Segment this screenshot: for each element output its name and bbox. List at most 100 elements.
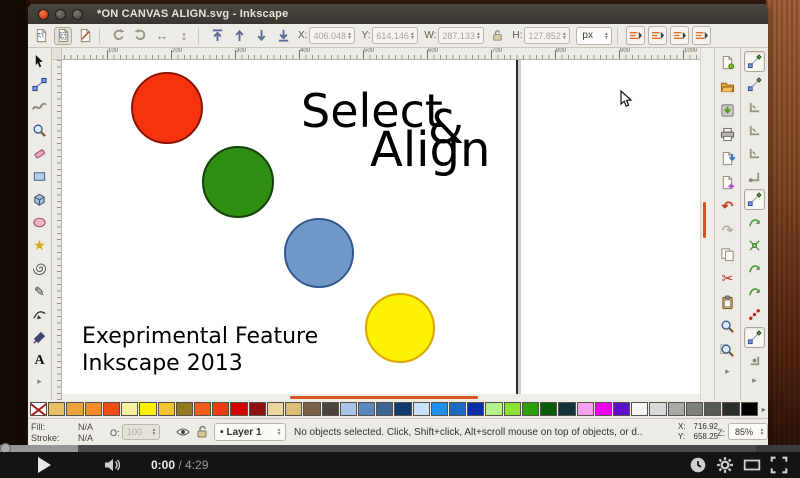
- spiral-tool[interactable]: [30, 259, 49, 278]
- flip-vertical-icon[interactable]: ↕: [175, 27, 193, 45]
- export-image[interactable]: [718, 172, 738, 192]
- palette-swatch[interactable]: [358, 402, 375, 416]
- fullscreen-icon[interactable]: [770, 456, 788, 474]
- palette-swatch[interactable]: [449, 402, 466, 416]
- snap-to-paths[interactable]: [744, 212, 765, 233]
- palette-swatch[interactable]: [376, 402, 393, 416]
- snap-bbox-corners[interactable]: [744, 120, 765, 141]
- selector-tool[interactable]: [30, 52, 49, 71]
- rotate-cw-icon[interactable]: [131, 27, 149, 45]
- palette-swatch[interactable]: [522, 402, 539, 416]
- green-circle[interactable]: [202, 146, 274, 218]
- layer-spinner[interactable]: ▲▼: [275, 428, 283, 436]
- rectangle-tool[interactable]: [30, 167, 49, 186]
- stroke-value[interactable]: N/A: [78, 433, 93, 443]
- zoom-drawing[interactable]: [718, 316, 738, 336]
- snap-bbox-centers[interactable]: [744, 166, 765, 187]
- snap-bbox-edges[interactable]: [744, 97, 765, 118]
- canvas-text-align[interactable]: Align: [370, 122, 490, 178]
- paste[interactable]: [718, 292, 738, 312]
- field-w[interactable]: 287.133▲▼: [438, 27, 484, 44]
- toolbox-more-arrow[interactable]: ▸: [37, 376, 42, 387]
- palette-swatch[interactable]: [394, 402, 411, 416]
- snap-bounding-box[interactable]: [744, 74, 765, 95]
- palette-swatch[interactable]: [139, 402, 156, 416]
- palette-scroll-arrow[interactable]: ▸: [759, 405, 766, 414]
- palette-swatch[interactable]: [467, 402, 484, 416]
- snap-master-toggle[interactable]: [744, 51, 765, 72]
- field-y[interactable]: 614.146▲▼: [372, 27, 418, 44]
- pen-tool[interactable]: [30, 305, 49, 324]
- palette-swatch[interactable]: [504, 402, 521, 416]
- palette-swatch[interactable]: [285, 402, 302, 416]
- unit-spinner[interactable]: ▲▼: [602, 29, 610, 43]
- deselect-icon[interactable]: [76, 27, 94, 45]
- snap-path-intersections[interactable]: [744, 235, 765, 256]
- zoom-page[interactable]: [718, 340, 738, 360]
- layer-visibility-eye-icon[interactable]: [176, 425, 190, 439]
- field-spinner[interactable]: ▲▼: [345, 29, 353, 42]
- star-tool[interactable]: ★: [30, 236, 49, 255]
- print-document[interactable]: [718, 124, 738, 144]
- palette-swatch-none[interactable]: [30, 402, 47, 416]
- pencil-tool[interactable]: ✎: [30, 282, 49, 301]
- palette-swatch[interactable]: [631, 402, 648, 416]
- canvas[interactable]: Select & Align Exeprimental Feature Inks…: [62, 60, 700, 394]
- blue-circle[interactable]: [284, 218, 354, 288]
- field-x[interactable]: 406.048▲▼: [309, 27, 355, 44]
- new-document[interactable]: [718, 52, 738, 72]
- fill-value[interactable]: N/A: [78, 422, 93, 432]
- eraser-tool[interactable]: [30, 144, 49, 163]
- vertical-scrollbar-thumb[interactable]: [703, 202, 706, 238]
- palette-swatch[interactable]: [668, 402, 685, 416]
- palette-swatch[interactable]: [230, 402, 247, 416]
- field-spinner[interactable]: ▲▼: [474, 29, 482, 42]
- settings-gear-icon[interactable]: [716, 456, 734, 474]
- duplicate[interactable]: [718, 244, 738, 264]
- snap-smooth-nodes[interactable]: [744, 281, 765, 302]
- palette-swatch[interactable]: [176, 402, 193, 416]
- scale-corners-toggle[interactable]: [648, 26, 667, 45]
- window-maximize-button[interactable]: [72, 9, 83, 20]
- palette-swatch[interactable]: [431, 402, 448, 416]
- snap-cusp-nodes[interactable]: [744, 258, 765, 279]
- snapbar-more-arrow[interactable]: ▸: [752, 375, 757, 386]
- palette-swatch[interactable]: [722, 402, 739, 416]
- layer-lock-icon[interactable]: [195, 425, 209, 439]
- vertical-ruler[interactable]: [52, 60, 62, 400]
- raise-icon[interactable]: [230, 27, 248, 45]
- field-spinner[interactable]: ▲▼: [560, 29, 568, 42]
- box3d-tool[interactable]: [30, 190, 49, 209]
- palette-swatch[interactable]: [686, 402, 703, 416]
- tweak-tool[interactable]: [30, 98, 49, 117]
- unit-selector[interactable]: px▲▼: [576, 27, 612, 45]
- palette-swatch[interactable]: [249, 402, 266, 416]
- snap-others-toggle[interactable]: [744, 327, 765, 348]
- commands-more-arrow[interactable]: ▸: [725, 366, 730, 377]
- lock-ratio-icon[interactable]: [488, 27, 506, 45]
- window-minimize-button[interactable]: [55, 9, 66, 20]
- red-circle[interactable]: [131, 72, 203, 144]
- palette-swatch[interactable]: [485, 402, 502, 416]
- palette-swatch[interactable]: [212, 402, 229, 416]
- field-h[interactable]: 127.852▲▼: [524, 27, 570, 44]
- palette-swatch[interactable]: [322, 402, 339, 416]
- palette-swatch[interactable]: [267, 402, 284, 416]
- canvas-text-caption2[interactable]: Inkscape 2013: [82, 351, 243, 376]
- opacity-spinner[interactable]: ▲▼: [150, 426, 158, 438]
- save-document[interactable]: [718, 100, 738, 120]
- yellow-circle[interactable]: [365, 293, 435, 363]
- redo[interactable]: ↷: [718, 220, 738, 240]
- volume-icon[interactable]: [103, 457, 123, 473]
- vertical-scrollbar[interactable]: [700, 48, 714, 400]
- move-gradients-toggle[interactable]: [670, 26, 689, 45]
- palette-swatch[interactable]: [704, 402, 721, 416]
- play-button[interactable]: [38, 457, 51, 473]
- snap-object-centers[interactable]: [744, 350, 765, 371]
- open-document[interactable]: [718, 76, 738, 96]
- layer-selector[interactable]: • Layer 1 ▲▼: [214, 423, 286, 441]
- node-tool[interactable]: [30, 75, 49, 94]
- import-image[interactable]: [718, 148, 738, 168]
- snap-bbox-edge-midpoints[interactable]: [744, 143, 765, 164]
- palette-swatch[interactable]: [194, 402, 211, 416]
